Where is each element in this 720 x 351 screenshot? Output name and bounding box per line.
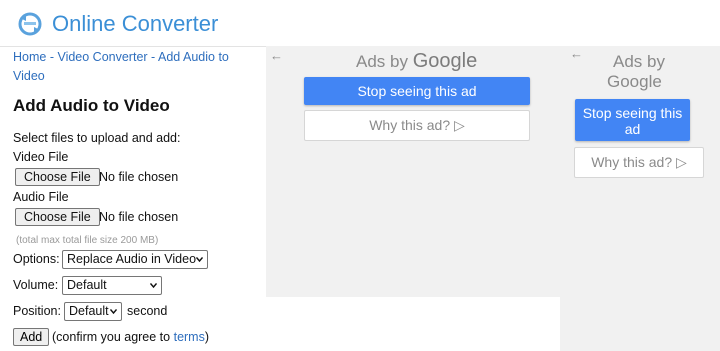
options-label: Options: <box>13 252 60 266</box>
ads-by-text: Ads by <box>613 52 665 71</box>
breadcrumb-separator: - <box>46 50 58 64</box>
upload-intro-text: Select files to upload and add: <box>13 131 181 145</box>
volume-select[interactable]: Default <box>62 276 162 295</box>
video-file-status: No file chosen <box>99 170 179 184</box>
volume-select-value: Default <box>67 278 107 292</box>
volume-label: Volume: <box>13 278 59 292</box>
terms-confirmation: (confirm you agree to terms) <box>52 330 209 344</box>
audio-file-label: Audio File <box>13 190 69 204</box>
confirm-suffix: ) <box>204 330 210 344</box>
position-select-value: Default <box>69 304 109 318</box>
breadcrumb: Home - Video Converter - Add Audio to Vi… <box>13 48 253 86</box>
file-size-note: (total max total file size 200 MB) <box>16 235 159 246</box>
why-this-ad-button[interactable]: Why this ad? ▷ <box>574 147 704 178</box>
converter-logo-icon[interactable] <box>16 10 44 38</box>
chevron-down-icon <box>196 257 203 263</box>
why-this-ad-button[interactable]: Why this ad? ▷ <box>304 110 530 141</box>
ad-panel-side: ← Ads by Google Stop seeing this ad Why … <box>560 46 720 351</box>
back-arrow-icon[interactable]: ← <box>270 48 283 63</box>
stop-seeing-ad-button[interactable]: Stop seeing this ad <box>304 77 530 105</box>
breadcrumb-home-link[interactable]: Home <box>13 50 46 64</box>
site-title[interactable]: Online Converter <box>52 11 218 37</box>
ad-panel-main: ← Ads by Google Stop seeing this ad Why … <box>266 46 568 297</box>
breadcrumb-separator: - <box>147 50 158 64</box>
video-choose-file-button[interactable]: Choose File <box>15 168 100 186</box>
confirm-prefix: (confirm you agree to <box>52 330 174 344</box>
back-arrow-icon[interactable]: ← <box>570 46 583 61</box>
position-select[interactable]: Default <box>64 302 122 321</box>
ads-by-google-label: Ads by Google <box>356 50 477 73</box>
options-select[interactable]: Replace Audio in Video <box>62 250 208 269</box>
page-title: Add Audio to Video <box>13 96 170 115</box>
converter-form-panel: Home - Video Converter - Add Audio to Vi… <box>0 46 266 351</box>
chevron-down-icon <box>150 283 157 289</box>
audio-choose-file-button[interactable]: Choose File <box>15 208 100 226</box>
terms-link[interactable]: terms <box>174 330 205 344</box>
add-button[interactable]: Add <box>13 328 50 346</box>
site-header: Online Converter <box>0 0 720 47</box>
options-select-value: Replace Audio in Video <box>67 252 197 266</box>
position-unit-text: second <box>127 304 168 318</box>
ads-by-text: Ads by <box>356 52 408 71</box>
chevron-down-icon <box>110 309 117 315</box>
google-logo-text: Google <box>412 50 478 72</box>
video-file-label: Video File <box>13 150 69 164</box>
google-logo-text: Google <box>607 72 662 91</box>
audio-file-status: No file chosen <box>99 210 179 224</box>
position-label: Position: <box>13 304 61 318</box>
stop-seeing-ad-button[interactable]: Stop seeing this ad <box>575 99 690 141</box>
breadcrumb-video-converter-link[interactable]: Video Converter <box>57 50 147 64</box>
